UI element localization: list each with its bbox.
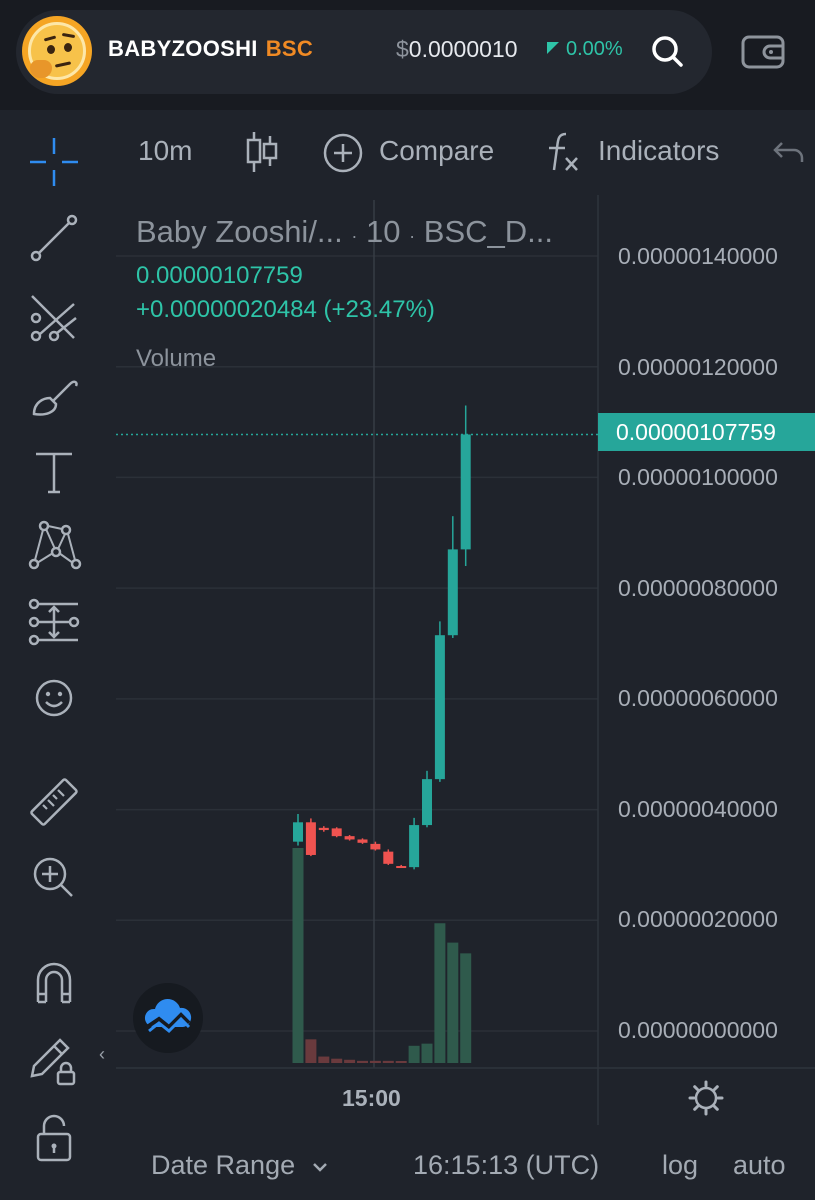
crosshair-icon[interactable]: [26, 134, 82, 190]
candle-body: [370, 843, 381, 850]
function-icon: [549, 132, 578, 171]
auto-scale-toggle[interactable]: auto: [733, 1150, 786, 1181]
volume-bar: [357, 1060, 368, 1063]
time-tick: 15:00: [342, 1085, 401, 1111]
candle-body: [447, 549, 458, 636]
clock-time[interactable]: 16:15:13 (UTC): [413, 1150, 599, 1181]
tradingview-logo-badge[interactable]: [133, 983, 203, 1053]
ruler-icon[interactable]: [26, 774, 82, 830]
legend-exchange: BSC_D...: [423, 214, 553, 249]
candle-body: [293, 822, 303, 842]
volume-bar: [292, 848, 304, 1063]
compare-label: Compare: [379, 135, 495, 166]
volume-bar: [395, 1061, 407, 1063]
candle-body: [331, 828, 342, 837]
add-circle-icon: [323, 133, 363, 173]
price-tick: 0.00000000000: [618, 1017, 778, 1043]
legend-separator: ·: [409, 226, 416, 246]
volume-bar: [421, 1043, 433, 1063]
candle-body: [344, 836, 355, 840]
price-tick: 0.00000060000: [618, 685, 778, 711]
indicators-label: Indicators: [598, 135, 720, 166]
date-range-label: Date Range: [151, 1150, 296, 1180]
cloud-chart-icon: [144, 999, 192, 1034]
volume-bar: [408, 1045, 420, 1063]
drawing-toolbar: [0, 110, 108, 1200]
trend-line-icon[interactable]: [26, 210, 82, 266]
volume-bar: [331, 1058, 343, 1063]
volume-bar: [382, 1060, 394, 1063]
candle-body: [409, 825, 420, 868]
zoom-in-icon[interactable]: [26, 850, 82, 906]
interval-button[interactable]: 10m: [138, 135, 192, 167]
price-tick: 0.00000100000: [618, 464, 778, 490]
volume-label[interactable]: Volume: [136, 345, 216, 373]
price-tick: 0.00000120000: [618, 354, 778, 380]
price-tick: 0.00000140000: [618, 243, 778, 269]
candle-body: [357, 839, 368, 843]
date-range-button[interactable]: Date Range: [151, 1150, 329, 1181]
pattern-icon[interactable]: [26, 518, 82, 574]
chevron-down-icon: [312, 1162, 327, 1172]
volume-bar: [318, 1056, 330, 1063]
chart-settings-icon[interactable]: [688, 1080, 724, 1116]
legend-separator: ·: [351, 226, 358, 246]
price-tick: 0.00000080000: [618, 575, 778, 601]
pitchfork-icon[interactable]: [26, 290, 82, 346]
candle-body: [434, 635, 445, 780]
unlock-icon[interactable]: [26, 1110, 82, 1166]
text-icon[interactable]: [26, 444, 82, 500]
legend-symbol[interactable]: Baby Zooshi/...: [136, 214, 343, 249]
legend-interval: 10: [366, 214, 401, 249]
candle-body: [383, 851, 394, 864]
candle-body: [318, 827, 329, 831]
volume-bar: [434, 923, 446, 1063]
volume-bar: [460, 953, 472, 1063]
candle-body: [460, 434, 471, 550]
candles-icon[interactable]: [244, 130, 280, 174]
volume-bar: [305, 1039, 317, 1063]
brush-icon[interactable]: [26, 368, 82, 424]
candle-layer: [293, 405, 471, 870]
candle-body: [422, 779, 432, 826]
candle-body: [305, 822, 316, 855]
price-tick: 0.00000020000: [618, 906, 778, 932]
lock-drawing-icon[interactable]: [26, 1032, 82, 1088]
last-price-tag: 0.00000107759: [598, 413, 815, 451]
volume-bar: [344, 1059, 356, 1063]
legend-title: Baby Zooshi/... · 10 · BSC_D...: [136, 214, 553, 250]
undo-icon[interactable]: [772, 138, 806, 166]
legend-change: +0.00000020484 (+23.47%): [136, 296, 435, 323]
fib-tool-icon[interactable]: [26, 594, 82, 650]
collapse-toolbar-button[interactable]: ‹: [99, 1044, 105, 1065]
emoji-icon[interactable]: [26, 670, 82, 726]
volume-bar: [447, 942, 459, 1063]
candle-body: [396, 866, 407, 869]
volume-bar: [369, 1060, 381, 1063]
legend-price: 0.00000107759: [136, 262, 303, 289]
price-tick: 0.00000040000: [618, 796, 778, 822]
log-scale-toggle[interactable]: log: [662, 1150, 698, 1181]
magnet-icon[interactable]: [26, 956, 82, 1012]
